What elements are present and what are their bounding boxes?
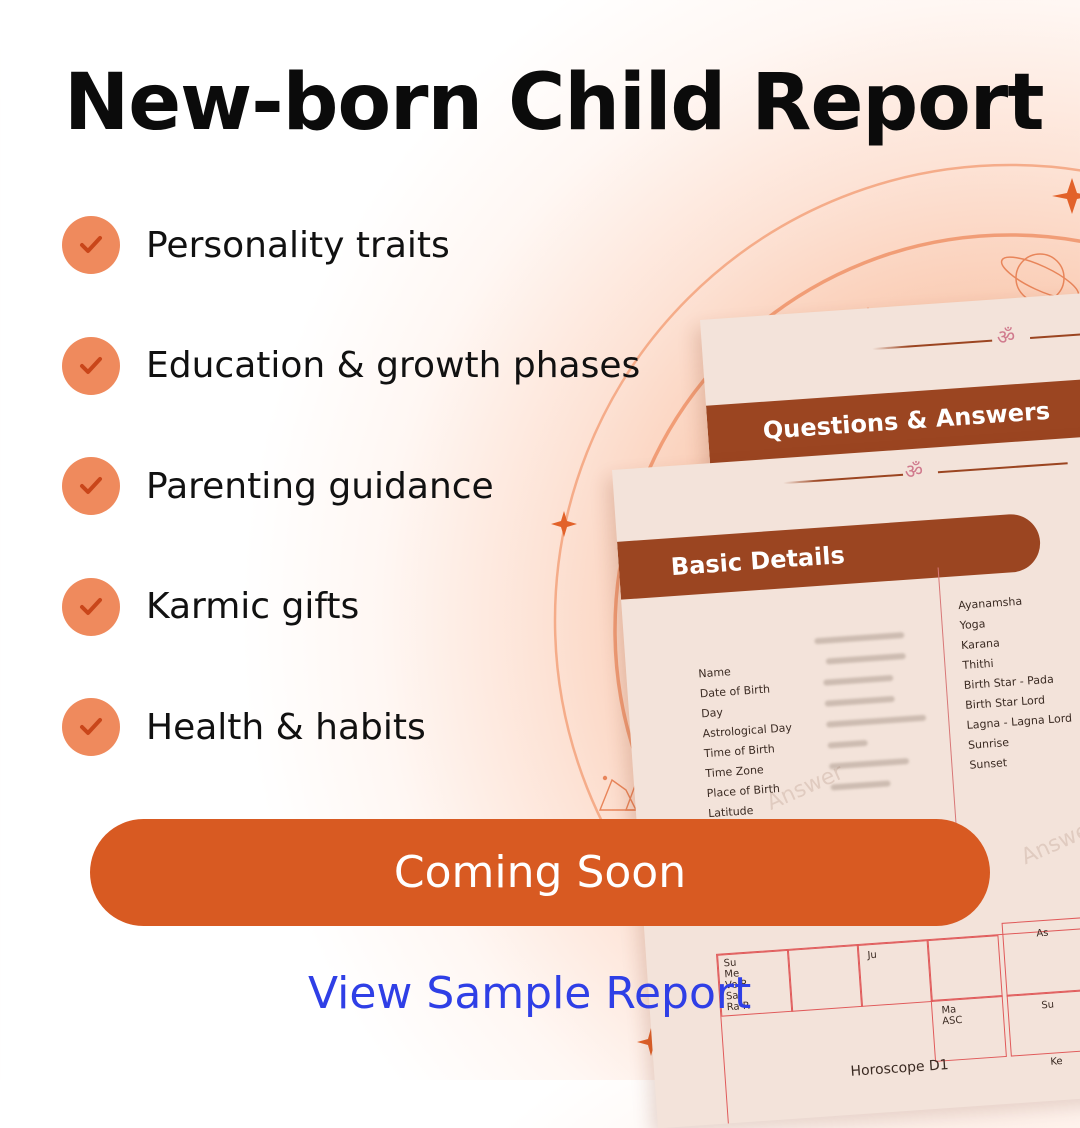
blurred-value — [827, 739, 868, 749]
coming-soon-button[interactable]: Coming Soon — [90, 819, 990, 926]
chart-cell-label: As — [1036, 927, 1049, 940]
feature-label: Health & habits — [146, 706, 426, 748]
front-page-heading: Basic Details — [669, 541, 846, 582]
chart-caption: Horoscope D1 — [850, 1056, 950, 1080]
feature-item: Health & habits — [62, 697, 640, 757]
feature-item: Education & growth phases — [62, 336, 640, 396]
view-sample-report-link[interactable]: View Sample Report — [308, 968, 751, 1019]
sparkle-icon — [1052, 178, 1080, 214]
feature-label: Personality traits — [146, 224, 450, 266]
feature-item: Parenting guidance — [62, 456, 640, 516]
checkmark-icon — [62, 577, 120, 636]
blurred-value — [826, 714, 927, 728]
checkmark-icon — [62, 698, 120, 756]
divider-line — [1029, 330, 1080, 340]
report-preview-front-page: ॐ Basic Details Name Date of Birth Day A… — [612, 433, 1080, 1128]
feature-item: Personality traits — [62, 215, 640, 275]
divider-line — [783, 473, 904, 485]
column-divider — [937, 567, 957, 827]
om-icon: ॐ — [996, 324, 1016, 350]
right-field-list: Ayanamsha Yoga Karana Thithi Birth Star … — [958, 589, 1076, 776]
checkmark-icon — [62, 216, 120, 274]
checkmark-icon — [62, 336, 120, 395]
blurred-value — [814, 632, 905, 645]
chart-cell-label: Ma ASC — [941, 1004, 963, 1028]
feature-list: Personality traits Education & growth ph… — [62, 215, 640, 818]
chart-cell-label: Ju — [867, 949, 878, 962]
checkmark-icon — [62, 457, 120, 515]
chart-cell — [786, 944, 864, 1012]
chart-cell — [1006, 988, 1080, 1057]
blurred-value — [823, 674, 894, 686]
divider-line — [872, 339, 993, 351]
feature-item: Karmic gifts — [62, 577, 640, 637]
feature-label: Karmic gifts — [146, 586, 360, 627]
horoscope-chart: Su Me Ve R Sa Ra R Ju As Ma ASC Su Ke Ho… — [716, 916, 1080, 1128]
basic-details-header: Basic Details — [617, 512, 1043, 600]
feature-label: Parenting guidance — [146, 465, 494, 507]
blurred-value — [824, 695, 895, 707]
om-icon: ॐ — [903, 458, 924, 484]
chart-cell — [926, 935, 1003, 1003]
feature-label: Education & growth phases — [146, 345, 641, 386]
watermark-text: Answer — [1017, 814, 1080, 871]
divider-line — [937, 462, 1068, 474]
back-page-heading: Questions & Answers — [761, 396, 1051, 445]
chart-cell-label: Ke — [1050, 1056, 1063, 1068]
blurred-value — [825, 652, 906, 665]
chart-cell-label: Su — [1041, 999, 1055, 1012]
page-title: New-born Child Report — [64, 58, 1045, 148]
